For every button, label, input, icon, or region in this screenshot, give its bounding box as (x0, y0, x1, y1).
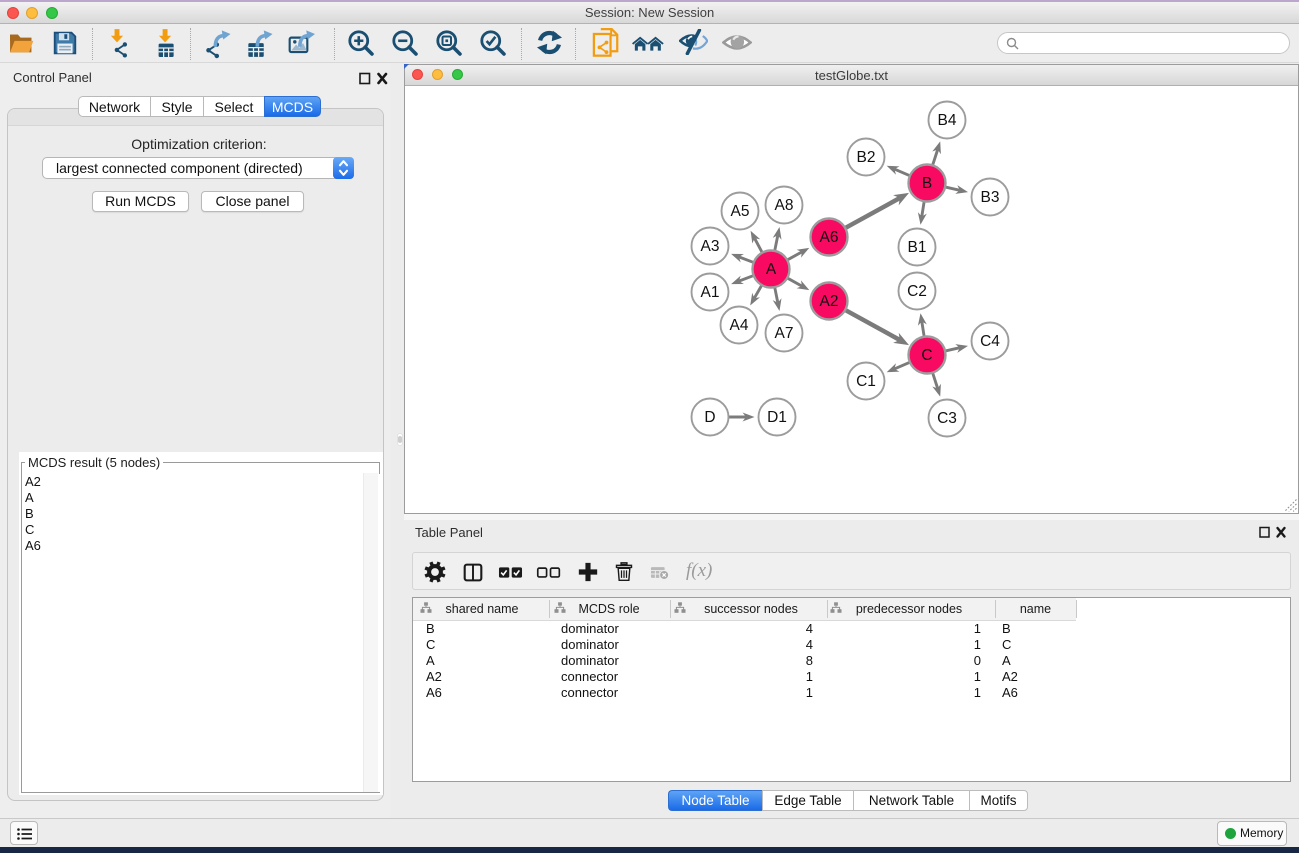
svg-text:B2: B2 (857, 149, 876, 166)
svg-text:C3: C3 (937, 410, 957, 427)
svg-text:B: B (922, 175, 932, 192)
svg-text:A6: A6 (820, 229, 839, 246)
svg-text:C1: C1 (856, 373, 876, 390)
svg-text:B4: B4 (938, 112, 957, 129)
svg-text:C4: C4 (980, 333, 1000, 350)
svg-text:B3: B3 (981, 189, 1000, 206)
svg-text:A: A (766, 261, 777, 278)
svg-text:A3: A3 (701, 238, 720, 255)
svg-text:A8: A8 (775, 197, 794, 214)
svg-text:A5: A5 (731, 203, 750, 220)
svg-text:A4: A4 (730, 317, 749, 334)
svg-text:D1: D1 (767, 409, 787, 426)
svg-text:A1: A1 (701, 284, 720, 301)
svg-text:A7: A7 (775, 325, 794, 342)
svg-text:D: D (704, 409, 715, 426)
svg-text:A2: A2 (820, 293, 839, 310)
svg-text:B1: B1 (908, 239, 927, 256)
svg-text:C2: C2 (907, 283, 927, 300)
svg-text:C: C (921, 347, 932, 364)
